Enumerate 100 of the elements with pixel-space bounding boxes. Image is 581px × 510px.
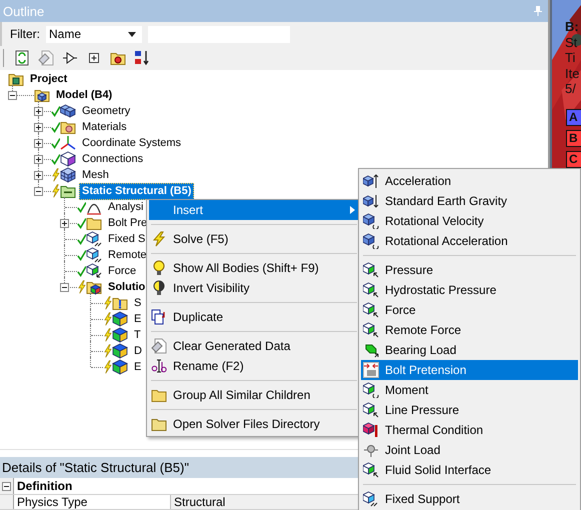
tree-item[interactable]: Fixed S: [105, 230, 148, 248]
cube-arrow-icon: [363, 462, 379, 478]
cube-icon: [60, 151, 76, 167]
menu-item[interactable]: Group All Similar Children: [149, 385, 359, 405]
tree-item[interactable]: D: [131, 342, 145, 360]
cube-arrow-icon: [363, 302, 379, 318]
result-info: Ite: [565, 66, 580, 81]
cube-icon: [112, 359, 128, 375]
cube-arrow-icon: [363, 262, 379, 278]
tree-item[interactable]: Geometry: [79, 102, 134, 120]
tree-item[interactable]: Materials: [79, 118, 130, 136]
menu-item[interactable]: Solve (F5): [149, 229, 359, 249]
tree-item[interactable]: Bolt Pre: [105, 214, 150, 232]
tree-item[interactable]: Connections: [79, 150, 146, 168]
cube-arrow-icon: [86, 263, 102, 279]
expand-icon[interactable]: [86, 50, 102, 66]
menu-item[interactable]: Joint Load: [361, 440, 578, 460]
menu-item[interactable]: Fluid Solid Interface: [361, 460, 578, 480]
expand-toggle[interactable]: [60, 283, 69, 292]
menu-item[interactable]: Rotational Acceleration: [361, 231, 578, 251]
menu-item[interactable]: Line Pressure: [361, 400, 578, 420]
tree-item[interactable]: S: [131, 294, 144, 312]
section-header: Definition: [16, 478, 72, 494]
expand-toggle[interactable]: [60, 219, 69, 228]
folder-icon: [8, 71, 24, 87]
cube-arrow-icon: [363, 402, 379, 418]
menu-item[interactable]: Force: [361, 300, 578, 320]
submenu-arrow-icon: [350, 206, 355, 214]
tree-item[interactable]: Mesh: [79, 166, 112, 184]
expand-toggle[interactable]: [34, 187, 43, 196]
cube-arrow-icon: [363, 282, 379, 298]
menu-item[interactable]: Show All Bodies (Shift+ F9): [149, 258, 359, 278]
menu-item[interactable]: Insert: [149, 200, 359, 220]
filter-dropdown[interactable]: Name: [46, 26, 142, 42]
node-icon[interactable]: [62, 50, 78, 66]
menu-item[interactable]: Acceleration: [361, 171, 578, 191]
cube-icon: [86, 247, 102, 263]
expand-toggle[interactable]: [34, 155, 43, 164]
menu-item[interactable]: Hydrostatic Pressure: [361, 280, 578, 300]
cubes-icon: [60, 103, 76, 119]
menu-item[interactable]: Pressure: [361, 260, 578, 280]
folder-icon[interactable]: [110, 50, 126, 66]
refresh-icon[interactable]: [14, 50, 30, 66]
expand-toggle[interactable]: [34, 139, 43, 148]
folder-icon: [112, 295, 128, 311]
cube-icon: [112, 311, 128, 327]
menu-item[interactable]: Bearing Load: [361, 340, 578, 360]
menu-item[interactable]: Bolt Pretension: [361, 360, 578, 380]
sort-icon[interactable]: [134, 50, 150, 66]
rename-icon: [151, 358, 167, 374]
menu-item[interactable]: Clear Generated Data: [149, 336, 359, 356]
mesh-icon: [60, 167, 76, 183]
expand-toggle[interactable]: [34, 107, 43, 116]
cube-icon: [112, 343, 128, 359]
thermometer-cube-icon: [363, 422, 379, 438]
result-info: 5/: [565, 81, 577, 96]
tree-item[interactable]: Force: [105, 262, 140, 280]
menu-item[interactable]: Rename (F2): [149, 356, 359, 376]
menu-item[interactable]: Standard Earth Gravity: [361, 191, 578, 211]
eraser-icon[interactable]: [38, 50, 54, 66]
legend-tag: B: [566, 130, 581, 146]
caret-icon: [128, 32, 136, 36]
result-info: Ti: [565, 50, 576, 66]
bulb-icon: [151, 280, 167, 296]
folder-icon: [86, 279, 102, 295]
cube-arrow-icon: [363, 213, 379, 229]
details-title: Details of "Static Structural (B5)": [2, 460, 189, 475]
tree-item[interactable]: Static Structural (B5): [79, 182, 194, 200]
expand-toggle[interactable]: [8, 91, 17, 100]
folder-icon: [151, 416, 167, 432]
tree-item[interactable]: Model (B4): [53, 86, 116, 104]
folder-icon: [34, 87, 50, 103]
cube-icon: [112, 327, 128, 343]
eraser-icon: [151, 338, 167, 354]
tree-item[interactable]: Remote: [105, 246, 150, 264]
tree-item[interactable]: Solutio: [105, 278, 148, 296]
tree-item[interactable]: Project: [27, 70, 70, 88]
tree-item[interactable]: T: [131, 326, 144, 344]
axes-icon: [60, 135, 76, 151]
cube-icon: [363, 491, 379, 507]
cube-arrow-icon: [363, 322, 379, 338]
tree-item[interactable]: E: [131, 310, 144, 328]
menu-item[interactable]: Duplicate: [149, 307, 359, 327]
expand-toggle[interactable]: [34, 123, 43, 132]
joint-icon: [363, 442, 379, 458]
tree-item[interactable]: Coordinate Systems: [79, 134, 184, 152]
expand-toggle[interactable]: [34, 171, 43, 180]
menu-item[interactable]: Invert Visibility: [149, 278, 359, 298]
bulb-icon: [151, 260, 167, 276]
menu-item[interactable]: Thermal Condition: [361, 420, 578, 440]
tree-item[interactable]: Analysi: [105, 198, 146, 216]
folder-icon: [151, 387, 167, 403]
menu-item[interactable]: Open Solver Files Directory: [149, 414, 359, 434]
cube-arrow-icon: [363, 193, 379, 209]
menu-item[interactable]: Moment: [361, 380, 578, 400]
tree-item[interactable]: E: [131, 358, 144, 376]
menu-item[interactable]: Rotational Velocity: [361, 211, 578, 231]
collapse-toggle[interactable]: [2, 482, 11, 490]
menu-item[interactable]: Remote Force: [361, 320, 578, 340]
folder-icon: [60, 119, 76, 135]
